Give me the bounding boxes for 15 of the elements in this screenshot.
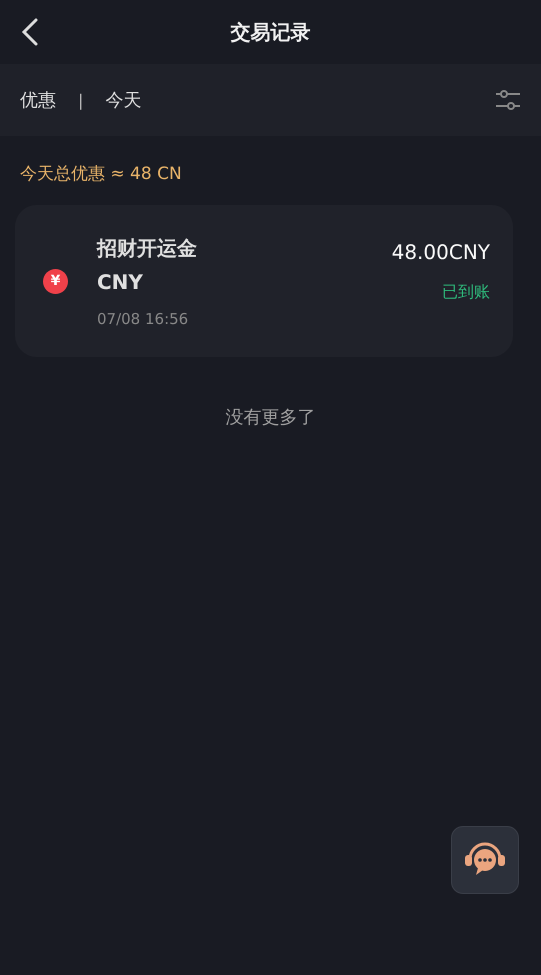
customer-support-button[interactable]	[451, 826, 519, 894]
transaction-title: 招财开运金	[97, 234, 198, 262]
total-discount-summary: 今天总优惠 ≈ 48 CN	[19, 163, 183, 186]
filter-option[interactable]: 今天	[105, 88, 142, 112]
filter-option[interactable]: 优惠	[20, 88, 56, 112]
transaction-amount: 48.00CNY	[392, 240, 490, 264]
currency-label: CNY	[97, 270, 144, 294]
settings-icon[interactable]	[495, 89, 521, 111]
page-title: 交易记录	[230, 18, 310, 46]
transaction-time: 07/08 16:56	[97, 310, 190, 328]
transaction-status: 已到账	[442, 282, 490, 302]
yuan-coin-icon: ¥	[43, 268, 68, 294]
separator: |	[78, 90, 84, 110]
transaction-card[interactable]: ¥ 招财开运金 CNY 07/08 16:56 48.00CNY 已到账	[15, 205, 513, 357]
end-of-list-note: 没有更多了	[224, 406, 316, 429]
